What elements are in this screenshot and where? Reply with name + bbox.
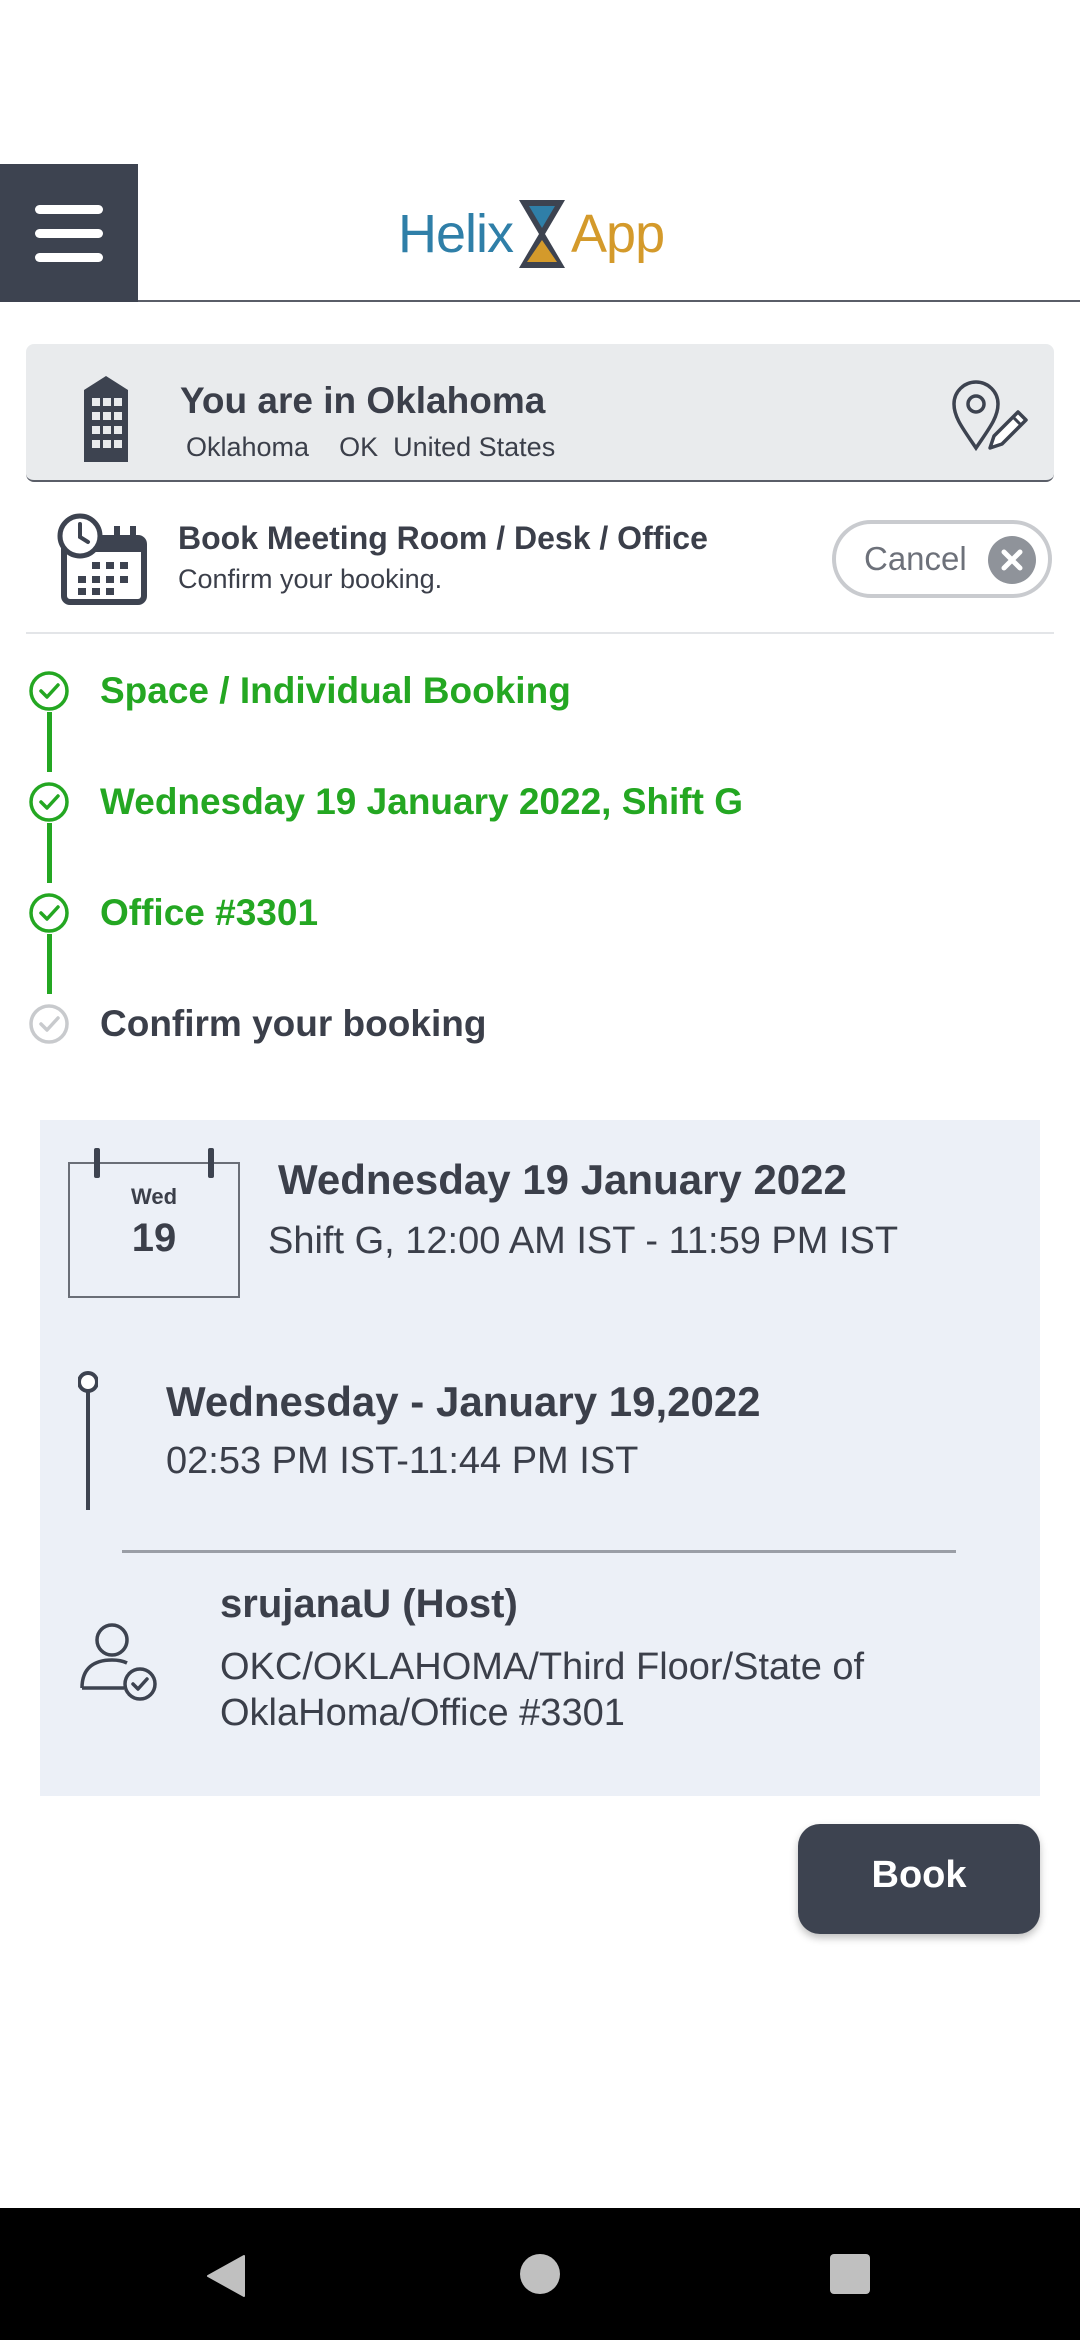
step-label: Office #3301 <box>100 892 319 933</box>
calendar-date: 19 <box>131 1216 177 1260</box>
step-space-booking: Space / Individual Booking <box>0 660 1080 720</box>
booking-shift: Shift G, 12:00 AM IST - 11:59 PM IST <box>268 1220 899 1262</box>
home-icon[interactable] <box>520 2254 560 2294</box>
book-label: Book <box>871 1854 967 1896</box>
check-circle-icon <box>29 782 69 822</box>
booking-time-range: 02:53 PM IST-11:44 PM IST <box>166 1440 639 1482</box>
cancel-button[interactable]: Cancel <box>832 520 1052 598</box>
menu-bar-middle <box>35 228 103 238</box>
hamburger-menu-button[interactable] <box>0 164 138 302</box>
booking-date-title: Wednesday 19 January 2022 <box>278 1156 847 1203</box>
helix-app-logo: Helix App <box>398 194 665 274</box>
system-navigation-bar <box>0 2208 1080 2340</box>
location-city: Oklahoma <box>186 432 310 462</box>
timeline-pin-icon <box>77 1370 99 1515</box>
location-edit-icon[interactable] <box>946 378 1030 459</box>
cancel-label: Cancel <box>864 540 967 577</box>
booking-subtitle: Confirm your booking. <box>178 564 443 594</box>
close-icon <box>988 536 1036 584</box>
menu-bar-top <box>35 204 103 214</box>
pending-check-icon <box>29 1004 69 1044</box>
step-connector <box>47 823 52 883</box>
step-date-shift: Wednesday 19 January 2022, Shift G <box>0 771 1080 831</box>
app-header: Helix App <box>0 164 1080 302</box>
calendar-day: Wed <box>130 1184 178 1209</box>
check-circle-icon <box>29 893 69 933</box>
hourglass-logo-icon <box>519 200 566 268</box>
step-connector <box>47 712 52 772</box>
current-location-card: You are in Oklahoma Oklahoma OK United S… <box>26 344 1054 482</box>
back-icon[interactable] <box>204 2252 248 2305</box>
step-label: Wednesday 19 January 2022, Shift G <box>100 781 743 822</box>
check-circle-icon <box>29 671 69 711</box>
booking-details-card: Wed 19 Wednesday 19 January 2022 Shift G… <box>40 1120 1040 1796</box>
menu-bar-bottom <box>35 252 103 262</box>
location-subtitle: Oklahoma OK United States <box>186 432 555 463</box>
step-label: Space / Individual Booking <box>100 670 571 711</box>
host-name: srujanaU (Host) <box>220 1582 518 1626</box>
logo-text-helix: Helix <box>398 204 514 264</box>
step-label: Confirm your booking <box>100 1003 487 1044</box>
step-office: Office #3301 <box>0 882 1080 942</box>
host-location-path: OKC/OKLAHOMA/Third Floor/State of OklaHo… <box>220 1646 865 1734</box>
step-connector <box>47 934 52 994</box>
booking-header: Book Meeting Room / Desk / Office Confir… <box>0 500 1080 634</box>
location-title: You are in Oklahoma <box>180 380 546 421</box>
calendar-date-icon: Wed 19 <box>68 1148 240 1298</box>
booking-time-title: Wednesday - January 19,2022 <box>166 1378 761 1425</box>
calendar-clock-icon <box>54 510 150 611</box>
book-button[interactable]: Book <box>798 1824 1040 1934</box>
step-confirm: Confirm your booking <box>0 993 1080 1053</box>
logo-text-app: App <box>571 204 665 264</box>
user-check-icon <box>78 1618 162 1709</box>
building-icon <box>70 370 142 471</box>
details-divider <box>122 1550 956 1553</box>
booking-title: Book Meeting Room / Desk / Office <box>178 520 708 556</box>
location-country: United States <box>393 432 556 462</box>
location-state: OK <box>339 432 379 462</box>
recents-icon[interactable] <box>830 2254 870 2294</box>
